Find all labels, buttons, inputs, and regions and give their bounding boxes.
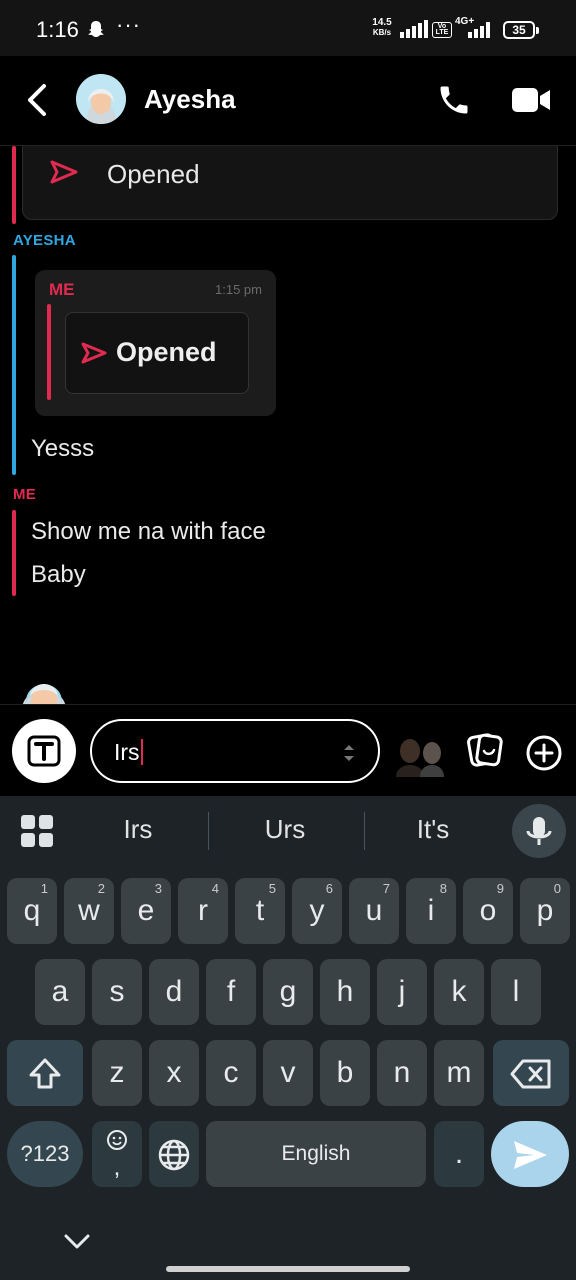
sender-name: ME [13,486,37,503]
suggestion-divider [208,812,209,850]
space-key[interactable]: English [206,1121,426,1187]
quote-timestamp: 1:15 pm [215,282,262,297]
key-t[interactable]: t5 [235,878,285,944]
key-v[interactable]: v [263,1040,313,1106]
sender-name: AYESHA [13,232,76,249]
my-message[interactable]: Show me na with face [31,518,266,546]
key-i[interactable]: i8 [406,878,456,944]
key-b[interactable]: b [320,1040,370,1106]
home-indicator[interactable] [166,1266,410,1272]
expand-input-icon[interactable] [342,741,356,765]
snapchat-ghost-icon [88,21,104,37]
status-bar: 1:16 ··· 14.5 KB/s Vo LTE 4G+ 35 [0,0,576,56]
key-a[interactable]: a [35,959,85,1025]
key-q[interactable]: q1 [7,878,57,944]
their-message-bar [12,255,16,475]
text-cursor [140,739,143,765]
key-r[interactable]: r4 [178,878,228,944]
contact-name[interactable]: Ayesha [144,84,236,115]
key-u[interactable]: u7 [349,878,399,944]
signal-icon-2 [468,22,490,38]
key-o[interactable]: o9 [463,878,513,944]
text-icon [27,735,61,767]
chat-input-value: Irs [114,739,140,765]
period-key[interactable]: . [434,1121,484,1187]
emoji-comma-key[interactable]: , [92,1121,142,1187]
key-e[interactable]: e3 [121,878,171,944]
battery-icon: 35 [503,21,539,39]
key-s[interactable]: s [92,959,142,1025]
friends-bitmoji-icon[interactable] [392,731,448,777]
status-more-icon: ··· [116,12,141,37]
status-time: 1:16 [36,17,79,42]
quoted-snap: Opened [65,312,249,394]
snap-sent-arrow-icon [50,160,78,184]
snap-opened-card[interactable]: Opened [22,146,558,220]
chat-header: Ayesha [0,56,576,146]
keyboard: Irs Urs It's q1 w2 e3 r4 t5 y6 u7 i8 o9 … [0,796,576,1280]
backspace-icon [510,1059,551,1089]
key-h[interactable]: h [320,959,370,1025]
message-input-bar: Irs [0,704,576,796]
my-message[interactable]: Baby [31,561,86,589]
network-speed: 14.5 KB/s [372,17,392,38]
key-p[interactable]: p0 [520,878,570,944]
quoted-snap-card[interactable]: ME 1:15 pm Opened [35,270,276,416]
hide-keyboard-icon[interactable] [62,1232,92,1252]
send-key[interactable] [491,1121,569,1187]
key-y[interactable]: y6 [292,878,342,944]
symbols-key[interactable]: ?123 [7,1121,83,1187]
suggestion-1[interactable]: Irs [68,814,208,845]
key-m[interactable]: m [434,1040,484,1106]
key-w[interactable]: w2 [64,878,114,944]
emoji-icon [107,1130,127,1150]
shift-key[interactable] [7,1040,83,1106]
microphone-button[interactable] [512,804,566,858]
key-f[interactable]: f [206,959,256,1025]
sticker-icon[interactable] [466,731,504,769]
quote-sender: ME [49,280,75,299]
plus-icon[interactable] [526,735,562,771]
snap-sent-arrow-icon [81,342,107,364]
chat-input[interactable]: Irs [90,719,380,783]
signal-icon [400,20,428,38]
bitmoji-avatar-icon [76,74,126,124]
back-button[interactable] [20,80,56,120]
their-message[interactable]: Yesss [31,435,94,463]
quote-bar [47,304,51,400]
avatar[interactable] [76,74,126,124]
key-l[interactable]: l [491,959,541,1025]
my-message-bar [12,510,16,596]
send-icon [514,1141,547,1170]
apps-grid-icon[interactable] [20,814,54,848]
chat-thread: Opened AYESHA ME 1:15 pm Opened Yesss ME… [0,146,576,704]
shift-icon [29,1058,61,1089]
suggestion-2[interactable]: Urs [215,814,355,845]
backspace-key[interactable] [493,1040,569,1106]
quote-status: Opened [116,337,217,367]
snap-status: Opened [107,159,200,189]
key-c[interactable]: c [206,1040,256,1106]
globe-icon [158,1139,190,1171]
language-key[interactable] [149,1121,199,1187]
key-n[interactable]: n [377,1040,427,1106]
typing-bitmoji-icon [23,684,65,704]
key-x[interactable]: x [149,1040,199,1106]
phone-icon[interactable] [436,82,472,118]
microphone-icon [526,817,552,845]
my-message-bar [12,146,16,224]
suggestion-bar: Irs Urs It's [0,796,576,866]
key-z[interactable]: z [92,1040,142,1106]
key-j[interactable]: j [377,959,427,1025]
volte-icon: Vo LTE [432,22,452,38]
text-mode-button[interactable] [12,719,76,783]
key-d[interactable]: d [149,959,199,1025]
key-k[interactable]: k [434,959,484,1025]
suggestion-3[interactable]: It's [363,814,503,845]
key-g[interactable]: g [263,959,313,1025]
video-call-icon[interactable] [510,84,552,116]
